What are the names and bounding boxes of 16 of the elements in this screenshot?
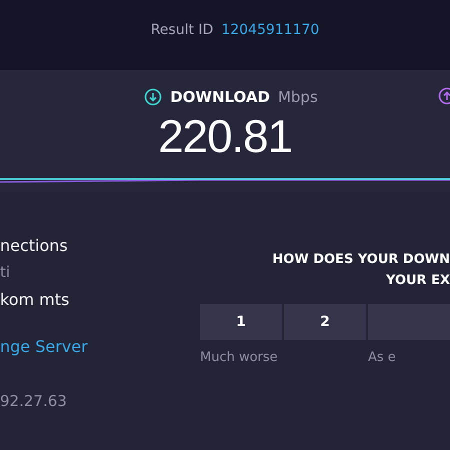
download-unit: Mbps [278, 87, 318, 108]
survey-question: HOW DOES YOUR DOWN [272, 251, 450, 269]
connection-info-text: kom mts [0, 290, 70, 310]
connection-info-text: nections [0, 236, 69, 256]
survey-question: YOUR EX [386, 272, 450, 290]
rating-button[interactable]: 2 [284, 304, 366, 340]
download-value: 220.81 [158, 112, 292, 158]
connection-info-text: ti [0, 262, 12, 282]
result-id-link[interactable]: 12045911170 [221, 20, 320, 40]
scale-label: As e [368, 349, 396, 367]
scale-label: Much worse [200, 349, 279, 367]
rating-button[interactable]: 1 [200, 304, 282, 340]
download-title: DOWNLOAD [170, 87, 270, 108]
change-server-link[interactable]: nge Server [0, 337, 170, 357]
result-label: Result ID [150, 20, 214, 40]
connection-info-text: 92.27.63 [0, 391, 68, 411]
